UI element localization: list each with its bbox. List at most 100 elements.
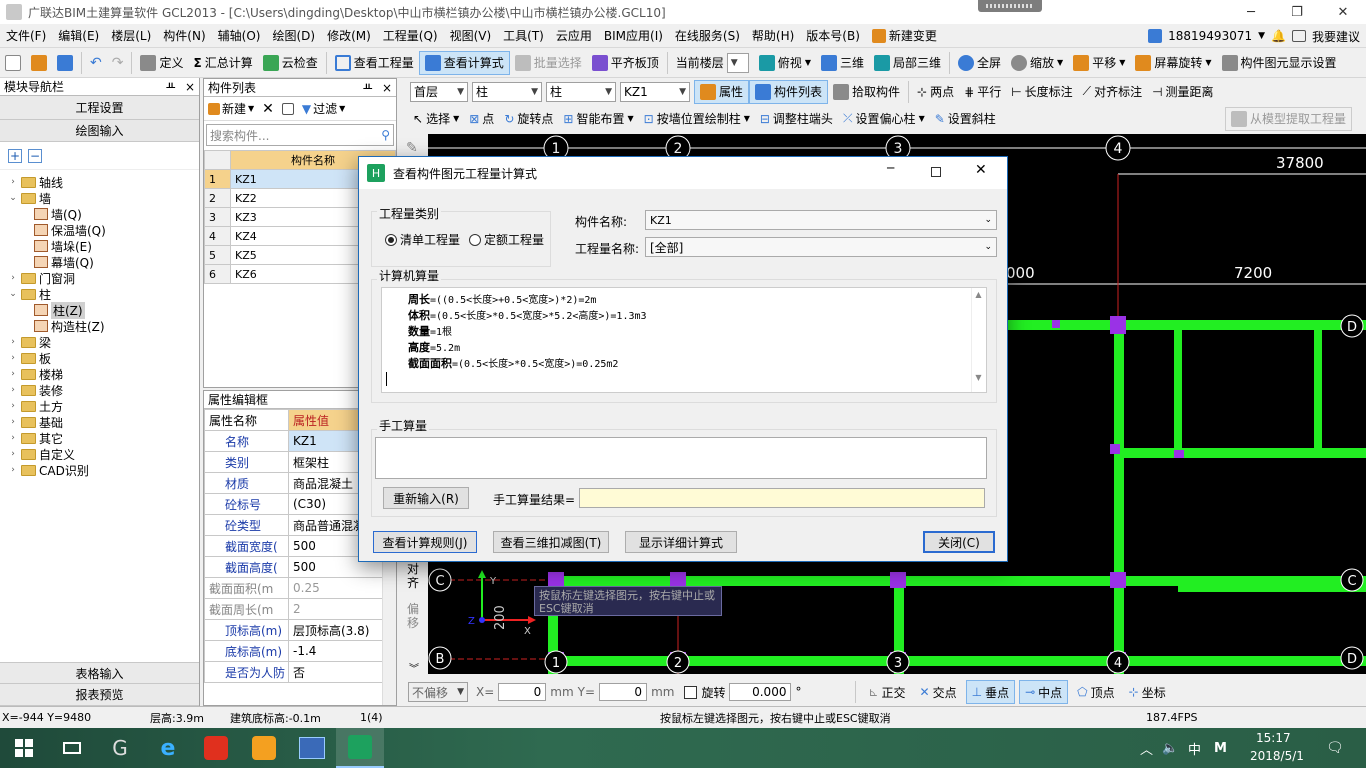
top-view-button[interactable]: 俯视 ▼ (754, 51, 816, 75)
chevron-right-icon[interactable]: › (8, 433, 18, 443)
project-settings-button[interactable]: 工程设置 (0, 96, 199, 120)
nav-tree-item[interactable]: › 土方 (8, 398, 199, 414)
adjust-head-button[interactable]: ⊟ 调整柱端头 (755, 107, 838, 131)
by-wall-column-button[interactable]: ⊡ 按墙位置绘制柱 ▼ (639, 107, 755, 131)
nav-tree-item[interactable]: 构造柱(Z) (8, 318, 199, 334)
x-offset-input[interactable]: 0 (498, 683, 547, 701)
menu-edit[interactable]: 编辑(E) (52, 27, 105, 44)
parallel-button[interactable]: ⋕ 平行 (959, 80, 1006, 104)
nav-tree-item[interactable]: ⌄ 墙 (8, 190, 199, 206)
copy-icon[interactable] (281, 102, 294, 115)
quota-quantity-radio[interactable]: 定额工程量 (469, 231, 544, 248)
menu-quantity[interactable]: 工程量(Q) (377, 27, 444, 44)
table-input-button[interactable]: 表格输入 (0, 662, 199, 684)
pick-component-button[interactable]: 拾取构件 (828, 80, 905, 104)
property-row[interactable]: 截面高度(500 (204, 556, 384, 578)
vertex-button[interactable]: ⬠ 顶点 (1072, 680, 1119, 704)
menu-view[interactable]: 视图(V) (444, 27, 498, 44)
component-list-button[interactable]: 构件列表 (749, 79, 829, 104)
maximize-button[interactable]: ❐ (1274, 0, 1320, 24)
y-offset-input[interactable]: 0 (599, 683, 648, 701)
cloud-check-button[interactable]: 云检查 (258, 51, 323, 75)
property-row[interactable]: 名称 KZ1 (204, 430, 384, 452)
point-button[interactable]: ⊠ 点 (464, 107, 499, 131)
touch-handle[interactable] (978, 0, 1042, 12)
view-quantity-button[interactable]: 查看工程量 (330, 51, 419, 75)
menu-online[interactable]: 在线服务(S) (669, 27, 746, 44)
property-row[interactable]: 底标高(m) -1.4 (204, 640, 384, 662)
formula-textarea[interactable]: 周长=((0.5<长度>+0.5<宽度>)*2)=2m 体积=(0.5<长度>*0… (381, 287, 987, 393)
property-value[interactable]: 0.25 (288, 577, 384, 599)
view-formula-button[interactable]: 查看计算式 (418, 50, 510, 75)
rotate-point-button[interactable]: ↻ 旋转点 (499, 107, 558, 131)
feedback-link[interactable]: 我要建议 (1312, 28, 1360, 45)
start-button[interactable] (0, 728, 48, 768)
property-row[interactable]: 截面周长(m 2 (204, 598, 384, 620)
component-name-select[interactable]: KZ1 ⌄ (645, 210, 997, 230)
draw-input-button[interactable]: 绘图输入 (0, 120, 199, 142)
bell-icon[interactable]: 🔔 (1271, 29, 1286, 43)
offset-button[interactable]: 偏移 (407, 602, 421, 630)
delete-icon[interactable]: ✕ (262, 101, 274, 117)
menu-version[interactable]: 版本号(B) (800, 27, 866, 44)
chevron-right-icon[interactable]: › (8, 417, 18, 427)
new-change-button[interactable]: 新建变更 (866, 27, 943, 44)
batch-select-button[interactable]: 批量选择 (510, 51, 587, 75)
dialog-close-button[interactable]: ✕ (975, 162, 987, 178)
component-select[interactable]: KZ1 ▼ (620, 81, 690, 102)
chevron-down-icon[interactable]: ⌄ (8, 193, 18, 203)
measure-distance-button[interactable]: ⊣ 测量距离 (1147, 80, 1218, 104)
quantity-name-select[interactable]: [全部] ⌄ (645, 237, 997, 257)
chevron-down-icon[interactable]: ▼ (1258, 31, 1265, 41)
filter-button[interactable]: ▼ 过滤 ▼ (302, 100, 345, 117)
menu-floor[interactable]: 楼层(L) (105, 27, 157, 44)
property-row[interactable]: 顶标高(m) 层顶标高(3.8) (204, 619, 384, 641)
chevron-right-icon[interactable]: › (8, 449, 18, 459)
clock-date[interactable]: 2018/5/1 (1250, 749, 1304, 763)
nav-tree-item[interactable]: 柱(Z) (8, 301, 199, 319)
property-row[interactable]: 是否为人防否 (204, 661, 384, 683)
task-view-button[interactable] (48, 728, 96, 768)
pin-icon[interactable]: ᚇ (166, 80, 175, 94)
chevron-right-icon[interactable]: › (8, 273, 18, 283)
menu-draw[interactable]: 绘图(D) (266, 27, 321, 44)
close-button[interactable]: ✕ (1320, 0, 1366, 24)
property-value[interactable]: -1.4 (288, 640, 384, 662)
redo-button[interactable]: ↷ (107, 51, 129, 75)
nav-tree-item[interactable]: › 其它 (8, 430, 199, 446)
search-icon[interactable]: ⚲ (381, 128, 390, 142)
undo-button[interactable]: ↶ (85, 51, 107, 75)
nav-tree-item[interactable]: › 自定义 (8, 446, 199, 462)
pan-button[interactable]: 平移 ▼ (1068, 51, 1130, 75)
offset-mode-select[interactable]: 不偏移 ▼ (408, 682, 468, 702)
select-button[interactable]: ↖ 选择 ▼ (408, 107, 464, 131)
nav-tree-item[interactable]: › 基础 (8, 414, 199, 430)
chevron-down-icon[interactable]: ⌄ (8, 289, 18, 299)
nav-tree-item[interactable]: › 门窗洞 (8, 270, 199, 286)
new-file-button[interactable] (0, 51, 26, 75)
close-icon[interactable]: × (382, 81, 392, 95)
chevron-right-icon[interactable]: › (8, 401, 18, 411)
menu-help[interactable]: 帮助(H) (746, 27, 800, 44)
type-select-1[interactable]: 柱 ▼ (472, 81, 542, 102)
rotate-screen-button[interactable]: 屏幕旋转 ▼ (1130, 51, 1216, 75)
view-rules-button[interactable]: 查看计算规则(J) (373, 531, 477, 553)
current-floor-select[interactable]: 当前楼层 ▼ (671, 51, 754, 75)
smart-place-button[interactable]: ⊞ 智能布置 ▼ (558, 107, 638, 131)
local-3d-button[interactable]: 局部三维 (869, 51, 946, 75)
collapse-all-icon[interactable]: − (28, 148, 42, 163)
set-slope-button[interactable]: ✎ 设置斜柱 (930, 107, 1001, 131)
menu-bim[interactable]: BIM应用(I) (598, 27, 669, 44)
set-offset-button[interactable]: ⤫ 设置偏心柱 ▼ (838, 107, 930, 131)
orthogonal-button[interactable]: ⊾ 正交 (863, 680, 910, 704)
menu-component[interactable]: 构件(N) (157, 27, 211, 44)
two-point-button[interactable]: ⊹ 两点 (912, 80, 959, 104)
reinput-button[interactable]: 重新输入(R) (383, 487, 469, 509)
flat-slab-button[interactable]: 平齐板顶 (587, 51, 664, 75)
new-component-button[interactable]: 新建 ▼ (208, 100, 254, 117)
account-phone[interactable]: 18819493071 (1168, 29, 1252, 43)
chevron-down-icon[interactable]: ︾ (409, 660, 419, 675)
notification-icon[interactable]: 🗨 (1326, 740, 1344, 756)
ime-indicator[interactable]: 中 (1188, 739, 1201, 758)
align-mark-button[interactable]: ⟋ 对齐标注 (1078, 80, 1147, 104)
